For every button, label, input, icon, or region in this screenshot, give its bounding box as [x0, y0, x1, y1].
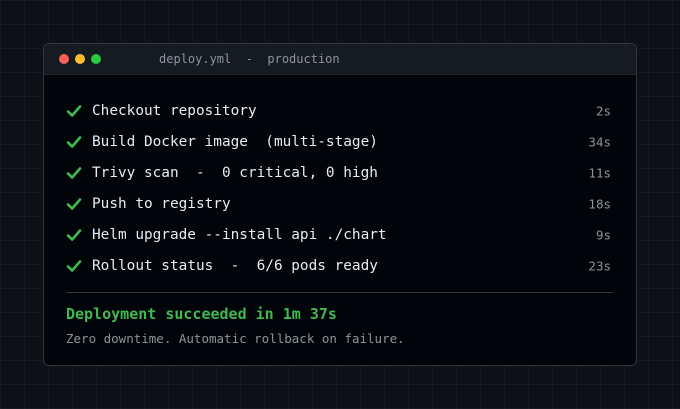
step-label: Helm upgrade --install api ./chart	[92, 226, 387, 243]
summary-divider	[66, 292, 613, 293]
pipeline-step: Trivy scan - 0 critical, 0 high 11s	[66, 157, 611, 188]
window-titlebar: deploy.yml - production	[44, 44, 636, 75]
close-window-button[interactable]	[59, 54, 69, 64]
step-label: Push to registry	[92, 195, 231, 212]
pipeline-steps-list: Checkout repository 2s Build Docker imag…	[66, 95, 611, 281]
step-duration: 2s	[595, 103, 611, 118]
step-label: Trivy scan - 0 critical, 0 high	[92, 164, 378, 181]
deployment-summary-headline: Deployment succeeded in 1m 37s	[66, 305, 337, 323]
step-label: Build Docker image (multi-stage)	[92, 133, 378, 150]
step-duration: 11s	[588, 165, 611, 180]
step-duration: 34s	[588, 134, 611, 149]
step-duration: 23s	[588, 258, 611, 273]
step-label: Rollout status - 6/6 pods ready	[92, 257, 378, 274]
pipeline-step: Rollout status - 6/6 pods ready 23s	[66, 250, 611, 281]
checkmark-icon	[66, 258, 82, 274]
maximize-window-button[interactable]	[91, 54, 101, 64]
checkmark-icon	[66, 103, 82, 119]
checkmark-icon	[66, 196, 82, 212]
pipeline-step: Push to registry 18s	[66, 188, 611, 219]
pipeline-step: Checkout repository 2s	[66, 95, 611, 126]
pipeline-step: Build Docker image (multi-stage) 34s	[66, 126, 611, 157]
checkmark-icon	[66, 227, 82, 243]
minimize-window-button[interactable]	[75, 54, 85, 64]
deployment-summary-detail: Zero downtime. Automatic rollback on fai…	[66, 331, 405, 346]
step-label: Checkout repository	[92, 102, 257, 119]
step-duration: 9s	[595, 227, 611, 242]
pipeline-step: Helm upgrade --install api ./chart 9s	[66, 219, 611, 250]
window-title: deploy.yml - production	[159, 52, 340, 66]
checkmark-icon	[66, 134, 82, 150]
step-duration: 18s	[588, 196, 611, 211]
terminal-window: deploy.yml - production Checkout reposit…	[43, 43, 637, 366]
checkmark-icon	[66, 165, 82, 181]
